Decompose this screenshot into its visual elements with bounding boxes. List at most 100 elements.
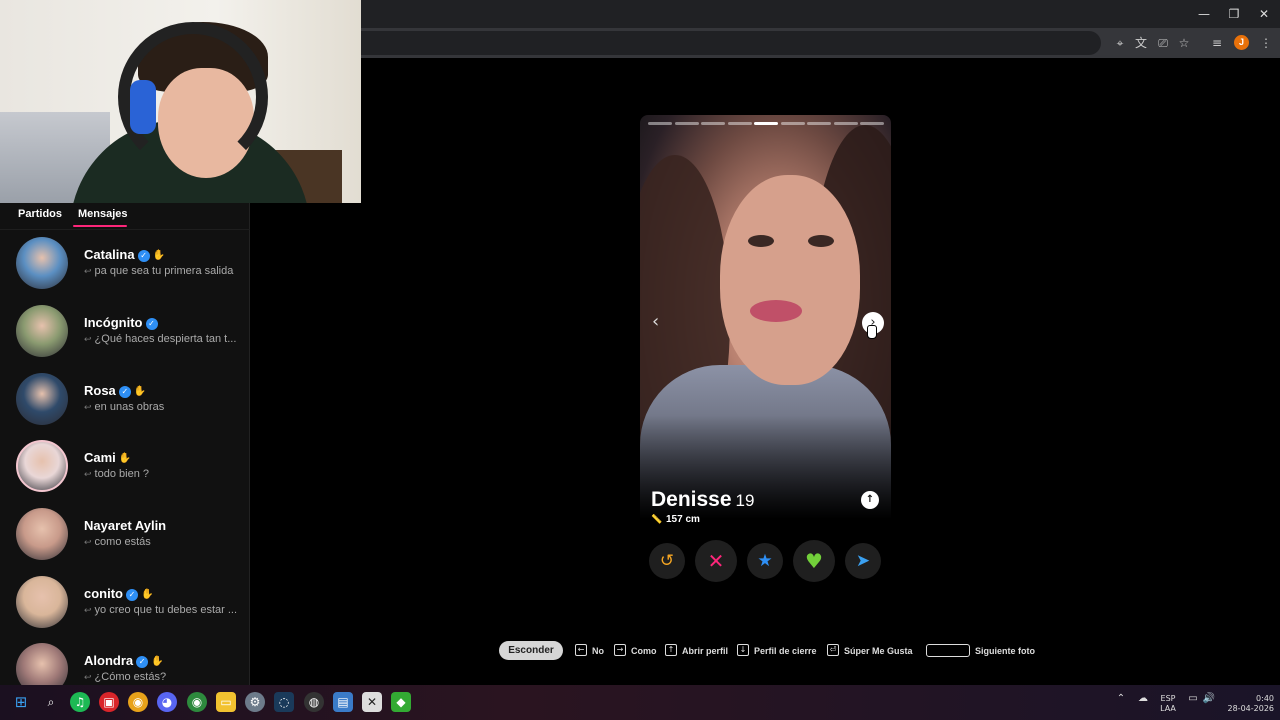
app-red-icon[interactable]: ▣ [99,692,119,712]
message-item[interactable]: conito ✓ ✋ ↩ yo creo que tu debes estar ... [0,576,250,643]
message-preview-text: como estás [94,536,151,548]
star-icon: ★ [757,551,773,571]
reply-icon: ↩ [84,673,92,683]
message-preview: ↩ como estás [84,536,240,548]
photo-progress-segment [833,122,858,125]
photo-progress-segment [727,122,752,125]
photo-progress-segment [860,122,884,125]
photo-progress-segment [780,122,805,125]
hide-shortcuts-button[interactable]: Esconder [499,641,563,660]
media-icon[interactable]: ≡ [1209,35,1225,51]
shortcut-key: ↑ [665,644,677,656]
obs-icon[interactable]: ◍ [304,692,324,712]
divider [0,229,250,230]
wave-icon: ✋ [152,250,166,261]
profile-avatar[interactable]: J [1234,35,1249,50]
language-code: ESP [1160,694,1176,703]
like-button[interactable]: ♥ [793,540,835,582]
message-preview: ↩ ¿Cómo estás? [84,671,240,683]
photo-progress-segment [701,122,725,125]
tray-expand-icon[interactable]: ⌃ [1114,694,1128,704]
nope-button[interactable]: ✕ [695,540,737,582]
spotify-icon[interactable]: ♫ [70,692,90,712]
shortcut-key: ⏎ [827,644,839,656]
settings-icon[interactable]: ⚙ [245,692,265,712]
message-item[interactable]: Rosa ✓ ✋ ↩ en unas obras [0,373,250,440]
message-preview: ↩ todo bien ? [84,468,240,480]
browser-menu-icon[interactable]: ⋮ [1258,35,1274,51]
file-explorer-icon[interactable]: ▭ [216,692,236,712]
chrome-profile-icon[interactable]: ◉ [187,692,207,712]
clock[interactable]: 0:40 [1246,694,1274,704]
shortcut-label: Siguiente foto [975,646,1035,656]
chrome-icon[interactable]: ◉ [128,692,148,712]
address-bar[interactable] [361,31,1101,55]
message-name: Alondra ✓ ✋ [84,653,164,668]
message-item[interactable]: Catalina ✓ ✋ ↩ pa que sea tu primera salida [0,237,250,304]
boost-button[interactable]: ➤ [845,543,881,579]
windows-start-icon[interactable]: ⊞ [11,692,31,712]
input-language[interactable]: ESP LAA [1156,694,1180,714]
search-icon[interactable]: ⌕ [41,692,61,712]
discord-icon[interactable]: ◕ [157,692,177,712]
tab-messages[interactable]: Mensajes [78,208,128,220]
verified-badge-icon: ✓ [126,589,138,601]
close-window-button[interactable]: ✕ [1249,5,1279,23]
message-preview-text: todo bien ? [94,468,149,480]
photo-progress-segment [754,122,778,125]
profile-name: Denisse 19 [651,488,754,512]
cast-icon[interactable]: ⎚ [1155,35,1171,51]
avatar [16,440,68,492]
message-name: Catalina ✓ ✋ [84,247,165,262]
avatar [16,305,68,357]
message-name: Rosa ✓ ✋ [84,383,146,398]
webcam-overlay [0,0,361,203]
message-name: conito ✓ ✋ [84,586,153,601]
message-preview-text: pa que sea tu primera salida [94,265,234,277]
active-tab-indicator [73,225,127,227]
location-icon[interactable]: ⌖ [1112,35,1128,51]
network-icon[interactable]: ☁ [1136,694,1150,704]
steam-icon[interactable]: ◌ [274,692,294,712]
photos-icon[interactable]: ▤ [333,692,353,712]
display-icon[interactable]: ▭ [1186,694,1200,704]
tab-matches[interactable]: Partidos [18,208,62,220]
message-preview: ↩ yo creo que tu debes estar ... [84,604,240,616]
shortcut-label: Como [631,646,657,656]
star-icon[interactable]: ☆ [1176,35,1192,51]
mouse-cursor [867,325,877,339]
avatar [16,373,68,425]
avatar [16,508,68,560]
photo-progress-segment [807,122,831,125]
capcut-icon[interactable]: ✕ [362,692,382,712]
shortcut-label: No [592,646,604,656]
message-preview-text: yo creo que tu debes estar ... [94,604,238,616]
message-preview-text: ¿Cómo estás? [94,671,167,683]
wave-icon: ✋ [141,589,154,600]
sidebar-tabs: Partidos Mensajes [0,203,250,229]
wave-icon: ✋ [118,453,132,464]
reply-icon: ↩ [84,403,92,413]
volume-icon[interactable]: 🔊 [1202,694,1216,704]
verified-badge-icon: ✓ [118,386,131,398]
minecraft-icon[interactable]: ◆ [391,692,411,712]
restore-button[interactable]: ❐ [1219,5,1249,23]
message-item[interactable]: Cami ✋ ↩ todo bien ? [0,440,250,507]
reply-icon: ↩ [84,335,92,345]
message-name-text: Nayaret Aylin [84,518,167,533]
message-preview-text: en unas obras [94,401,165,413]
reply-icon: ↩ [84,538,92,548]
message-name-text: Alondra [84,653,134,668]
message-item[interactable]: Incógnito ✓ ↩ ¿Qué haces despierta tan t... [0,305,250,372]
open-profile-button[interactable]: ↑ [861,491,879,509]
translate-icon[interactable]: 文 [1133,35,1149,51]
shortcut-label: Abrir perfil [682,646,729,656]
rewind-button[interactable]: ↺ [649,543,685,579]
message-name: Incógnito ✓ [84,315,158,330]
minimize-button[interactable]: — [1189,5,1219,23]
previous-photo-button[interactable]: ‹ [652,311,664,333]
super-like-button[interactable]: ★ [747,543,783,579]
wave-icon: ✋ [133,386,147,397]
message-item[interactable]: Nayaret Aylin ↩ como estás [0,508,250,575]
message-name-text: Incógnito [84,315,143,330]
